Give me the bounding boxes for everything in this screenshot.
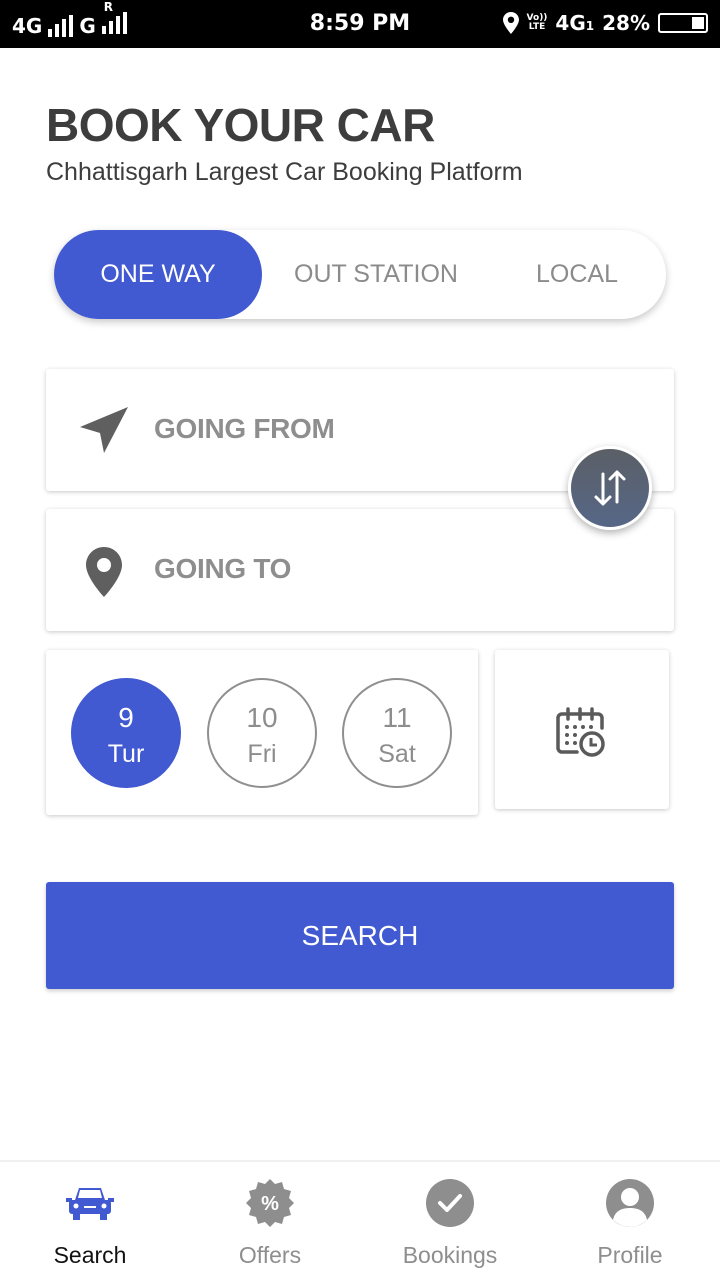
going-to-field[interactable]: GOING TO [46, 509, 674, 631]
volte-indicator: Vo)) LTE [527, 14, 548, 32]
battery-percent: 28% [602, 11, 650, 35]
tab-out-station[interactable]: OUT STATION [266, 230, 486, 319]
nav-label: Bookings [402, 1242, 498, 1268]
search-button[interactable]: SEARCH [46, 882, 674, 989]
status-right: Vo)) LTE 4G1 28% [502, 11, 708, 35]
swap-arrows-icon [594, 470, 626, 506]
page-title: BOOK YOUR CAR [46, 99, 435, 151]
navigation-arrow-icon [80, 407, 128, 453]
date-number: 11 [382, 702, 412, 733]
nav-search[interactable]: Search [0, 1162, 180, 1282]
offer-badge-icon: % [246, 1179, 294, 1227]
nav-label: Offers [238, 1242, 302, 1268]
network-right-label: 4G [555, 11, 586, 35]
nav-label: Search [53, 1242, 127, 1268]
swap-locations-button[interactable] [568, 446, 652, 530]
calendar-clock-icon [556, 707, 605, 757]
sim-index: 1 [585, 19, 595, 33]
date-number: 9 [118, 702, 134, 733]
location-icon [502, 12, 519, 34]
svg-text:%: % [261, 1193, 279, 1215]
battery-fill [692, 17, 704, 29]
page-subtitle: Chhattisgarh Largest Car Booking Platfor… [46, 158, 523, 186]
calendar-button[interactable] [495, 650, 669, 809]
date-weekday: Tur [107, 740, 145, 768]
car-icon [66, 1188, 114, 1220]
going-to-placeholder: GOING TO [154, 553, 292, 584]
date-weekday: Fri [247, 740, 277, 768]
nav-offers[interactable]: % Offers [180, 1162, 360, 1282]
date-option-10[interactable]: 10 Fri [207, 678, 317, 788]
tab-one-way[interactable]: ONE WAY [54, 230, 262, 319]
nav-bookings[interactable]: Bookings [360, 1162, 540, 1282]
lte-label: LTE [528, 22, 546, 32]
status-bar: 4G G R 8:59 PM Vo)) LTE 4G1 28% [0, 0, 720, 48]
nav-profile[interactable]: Profile [540, 1162, 720, 1282]
check-circle-icon [426, 1179, 474, 1227]
date-option-9[interactable]: 9 Tur [71, 678, 181, 788]
date-quick-picker: 9 Tur 10 Fri 11 Sat [46, 650, 478, 815]
trip-type-selector: ONE WAY OUT STATION LOCAL [54, 230, 666, 319]
tab-local[interactable]: LOCAL [514, 230, 640, 319]
date-option-11[interactable]: 11 Sat [342, 678, 452, 788]
date-weekday: Sat [378, 740, 416, 768]
profile-icon [606, 1179, 654, 1227]
date-number: 10 [246, 702, 278, 733]
going-from-placeholder: GOING FROM [154, 413, 335, 444]
bottom-navigation: Search % Offers Bookings Profile [0, 1160, 720, 1280]
battery-icon [658, 13, 708, 33]
network-type-right: 4G1 [555, 11, 594, 35]
nav-label: Profile [597, 1242, 663, 1268]
map-pin-icon [86, 547, 122, 597]
